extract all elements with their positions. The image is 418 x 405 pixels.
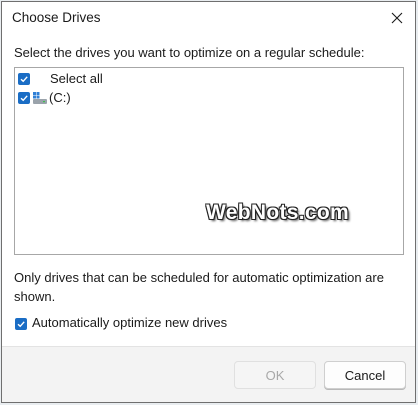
checkmark-icon bbox=[20, 76, 28, 83]
auto-optimize-label[interactable]: Automatically optimize new drives bbox=[32, 315, 227, 330]
title-bar: Choose Drives bbox=[2, 2, 415, 34]
drive-c-checkbox[interactable] bbox=[18, 92, 30, 104]
ok-button[interactable]: OK bbox=[234, 361, 316, 389]
close-icon bbox=[391, 12, 403, 24]
cancel-button[interactable]: Cancel bbox=[324, 361, 406, 389]
auto-optimize-checkbox[interactable] bbox=[15, 318, 27, 330]
prompt-text: Select the drives you want to optimize o… bbox=[14, 45, 365, 60]
drive-c-label[interactable]: (C:) bbox=[49, 90, 71, 105]
checkmark-icon bbox=[17, 321, 25, 328]
checkmark-icon bbox=[20, 95, 28, 102]
watermark-logo: WebNots.com bbox=[206, 201, 349, 224]
select-all-label[interactable]: Select all bbox=[50, 71, 103, 86]
close-button[interactable] bbox=[387, 8, 407, 28]
dialog-footer: OK Cancel bbox=[2, 346, 415, 402]
select-all-checkbox[interactable] bbox=[18, 73, 30, 85]
drives-list[interactable]: Select all (C:) bbox=[14, 67, 404, 255]
choose-drives-dialog: Choose Drives Select the drives you want… bbox=[1, 1, 416, 403]
drive-icon bbox=[33, 92, 47, 104]
dialog-title: Choose Drives bbox=[12, 10, 101, 25]
info-note: Only drives that can be scheduled for au… bbox=[14, 270, 384, 304]
